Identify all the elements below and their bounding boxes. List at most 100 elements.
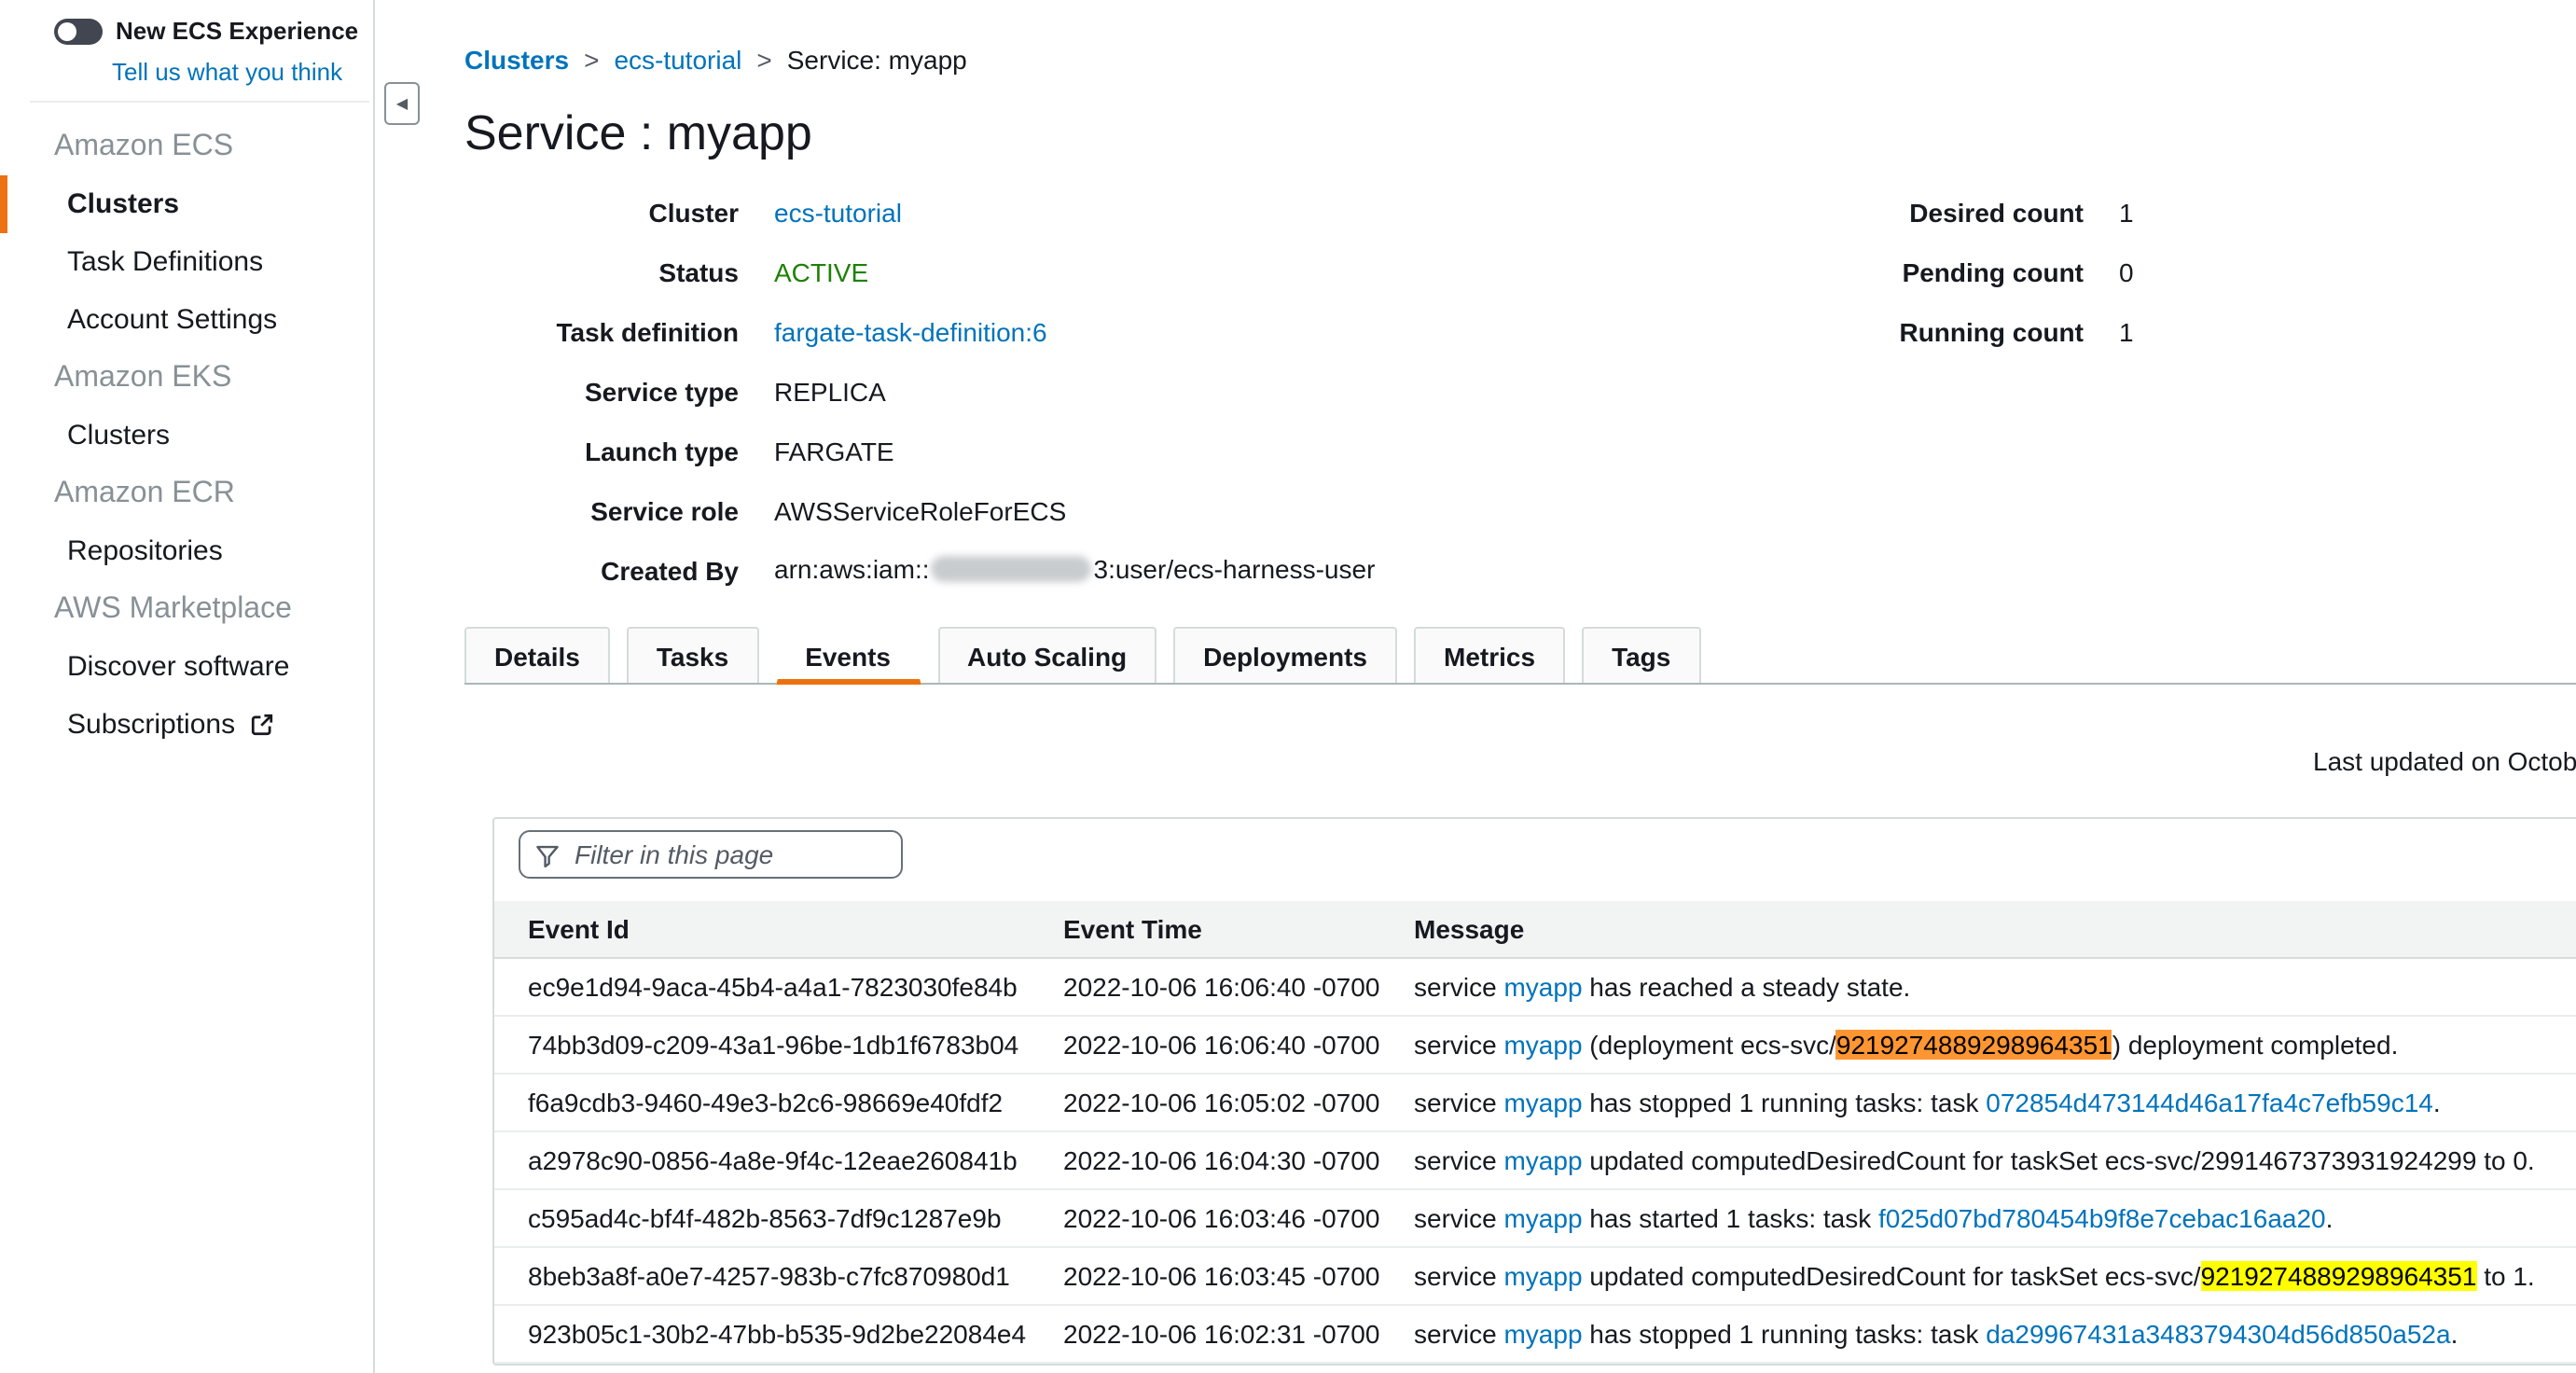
- column-header-message[interactable]: Message: [1380, 914, 2576, 944]
- new-experience-toggle-row: New ECS Experience: [0, 0, 373, 45]
- sidebar-item-discover-software[interactable]: Discover software: [0, 638, 373, 696]
- sidebar-section-aws-marketplace: AWS Marketplace: [0, 580, 373, 638]
- message-text: service: [1414, 1203, 1503, 1233]
- service-details-left: Clusterecs-tutorialStatusACTIVETask defi…: [464, 183, 2576, 601]
- redacted-account-id: [932, 556, 1092, 582]
- event-id-cell: ec9e1d94-9aca-45b4-a4a1-7823030fe84b: [494, 972, 1030, 1002]
- detail-value-text: 0: [2119, 257, 2134, 287]
- tab-auto-scaling[interactable]: Auto Scaling: [937, 627, 1156, 683]
- tab-details[interactable]: Details: [464, 627, 610, 683]
- detail-value-prefix: arn:aws:iam::: [774, 554, 930, 584]
- detail-value-text[interactable]: fargate-task-definition:6: [774, 317, 1047, 347]
- breadcrumb-item-service-myapp: Service: myapp: [787, 45, 967, 75]
- sidebar-item-clusters[interactable]: Clusters: [0, 407, 373, 465]
- detail-value: FARGATE: [774, 437, 894, 466]
- sidebar-item-label: Subscriptions: [67, 709, 235, 741]
- inline-link[interactable]: myapp: [1503, 1319, 1582, 1349]
- external-link-icon: [250, 713, 274, 737]
- toggle-knob: [58, 21, 76, 40]
- tab-metrics[interactable]: Metrics: [1414, 627, 1565, 683]
- event-message-cell: service myapp has reached a steady state…: [1380, 972, 2576, 1002]
- detail-row-launch-type: Launch type FARGATE: [464, 422, 2576, 481]
- sidebar-item-repositories[interactable]: Repositories: [0, 522, 373, 580]
- ecs-console: New ECS Experience Tell us what you thin…: [0, 0, 2576, 1373]
- inline-link[interactable]: myapp: [1503, 1203, 1582, 1233]
- sidebar-item-label: Account Settings: [67, 304, 277, 336]
- message-text: has started 1 tasks: task: [1583, 1203, 1879, 1233]
- detail-value-text: REPLICA: [774, 377, 886, 407]
- event-row: c595ad4c-bf4f-482b-8563-7df9c1287e9b2022…: [494, 1190, 2576, 1248]
- message-text: has stopped 1 running tasks: task: [1583, 1088, 1987, 1117]
- message-text: .: [2326, 1203, 2334, 1233]
- message-text: service: [1414, 1088, 1503, 1117]
- message-text: updated computedDesiredCount for taskSet…: [1583, 1145, 2535, 1175]
- event-time-cell: 2022-10-06 16:04:30 -0700: [1030, 1145, 1380, 1175]
- event-message-cell: service myapp has started 1 tasks: task …: [1380, 1203, 2576, 1233]
- detail-value-text: 1: [2119, 317, 2134, 347]
- detail-value-text: AWSServiceRoleForECS: [774, 496, 1066, 526]
- event-id-cell: f6a9cdb3-9460-49e3-b2c6-98669e40fdf2: [494, 1088, 1030, 1117]
- event-row: a2978c90-0856-4a8e-9f4c-12eae260841b2022…: [494, 1132, 2576, 1190]
- breadcrumb-separator: >: [584, 45, 599, 75]
- detail-row-cluster: Cluster ecs-tutorial: [464, 183, 2576, 243]
- message-text: to 1.: [2476, 1261, 2534, 1291]
- inline-link[interactable]: myapp: [1503, 1261, 1582, 1291]
- column-header-event-time[interactable]: Event Time: [1030, 914, 1380, 944]
- detail-value-text[interactable]: ecs-tutorial: [774, 198, 902, 228]
- filter-input[interactable]: [571, 838, 886, 871]
- sidebar-item-clusters[interactable]: Clusters: [0, 175, 373, 233]
- detail-value-text: ACTIVE: [774, 257, 868, 287]
- sidebar-item-account-settings[interactable]: Account Settings: [0, 291, 373, 349]
- inline-link[interactable]: f025d07bd780454b9f8e7cebac16aa20: [1878, 1203, 2326, 1233]
- message-text: service: [1414, 1261, 1503, 1291]
- event-message-cell: service myapp has stopped 1 running task…: [1380, 1088, 2576, 1117]
- event-time-cell: 2022-10-06 16:03:45 -0700: [1030, 1261, 1380, 1291]
- detail-label: Cluster: [464, 198, 739, 228]
- inline-link[interactable]: myapp: [1503, 972, 1582, 1002]
- inline-link[interactable]: myapp: [1503, 1088, 1582, 1117]
- detail-value: 0: [2119, 257, 2134, 287]
- service-details-right: Desired count1Pending count0Running coun…: [1804, 183, 2134, 362]
- event-time-cell: 2022-10-06 16:05:02 -0700: [1030, 1088, 1380, 1117]
- tab-tags[interactable]: Tags: [1582, 627, 1700, 683]
- feedback-link[interactable]: Tell us what you think: [112, 58, 373, 86]
- detail-value-text: FARGATE: [774, 437, 894, 466]
- page-title: Service : myapp: [464, 104, 2576, 160]
- detail-value: REPLICA: [774, 377, 886, 407]
- new-experience-toggle[interactable]: [54, 18, 103, 44]
- message-text: .: [2433, 1088, 2441, 1117]
- breadcrumb-item-clusters[interactable]: Clusters: [464, 45, 569, 75]
- detail-label: Status: [464, 257, 739, 287]
- message-text: service: [1414, 1319, 1503, 1349]
- message-text: (deployment ecs-svc/: [1583, 1030, 1836, 1060]
- event-id-cell: a2978c90-0856-4a8e-9f4c-12eae260841b: [494, 1145, 1030, 1175]
- breadcrumb-separator: >: [756, 45, 771, 75]
- detail-row-service-role: Service roleAWSServiceRoleForECS: [464, 481, 2576, 541]
- breadcrumb-item-ecs-tutorial[interactable]: ecs-tutorial: [614, 45, 741, 75]
- filter-input-wrap[interactable]: [519, 830, 903, 879]
- tab-tasks[interactable]: Tasks: [627, 627, 758, 683]
- message-text: has reached a steady state.: [1583, 972, 1911, 1002]
- message-text: service: [1414, 1145, 1503, 1175]
- detail-row-service-type: Service typeREPLICA: [464, 362, 2576, 422]
- detail-label: Launch type: [464, 437, 739, 466]
- inline-link[interactable]: da29967431a3483794304d56d850a52a: [1986, 1319, 2450, 1349]
- event-id-cell: c595ad4c-bf4f-482b-8563-7df9c1287e9b: [494, 1203, 1030, 1233]
- event-row: 74bb3d09-c209-43a1-96be-1db1f6783b042022…: [494, 1017, 2576, 1075]
- sidebar-item-subscriptions[interactable]: Subscriptions: [0, 696, 373, 754]
- detail-value: ACTIVE: [774, 257, 868, 287]
- inline-link[interactable]: 072854d473144d46a17fa4c7efb59c14: [1986, 1088, 2433, 1117]
- search-highlight: 9219274889298964351: [1836, 1030, 2112, 1060]
- column-header-event-id[interactable]: Event Id: [494, 914, 1030, 944]
- inline-link[interactable]: myapp: [1503, 1145, 1582, 1175]
- detail-value: fargate-task-definition:6: [774, 317, 1047, 347]
- breadcrumb: Clusters > ecs-tutorial > Service: myapp: [464, 0, 2576, 76]
- detail-value-text: 1: [2119, 198, 2134, 228]
- events-panel: Event IdEvent TimeMessage ec9e1d94-9aca-…: [492, 817, 2576, 1366]
- tab-events[interactable]: Events: [775, 627, 921, 685]
- sidebar-item-label: Discover software: [67, 651, 289, 683]
- event-time-cell: 2022-10-06 16:02:31 -0700: [1030, 1319, 1380, 1349]
- inline-link[interactable]: myapp: [1503, 1030, 1582, 1060]
- tab-deployments[interactable]: Deployments: [1173, 627, 1397, 683]
- sidebar-item-task-definitions[interactable]: Task Definitions: [0, 233, 373, 291]
